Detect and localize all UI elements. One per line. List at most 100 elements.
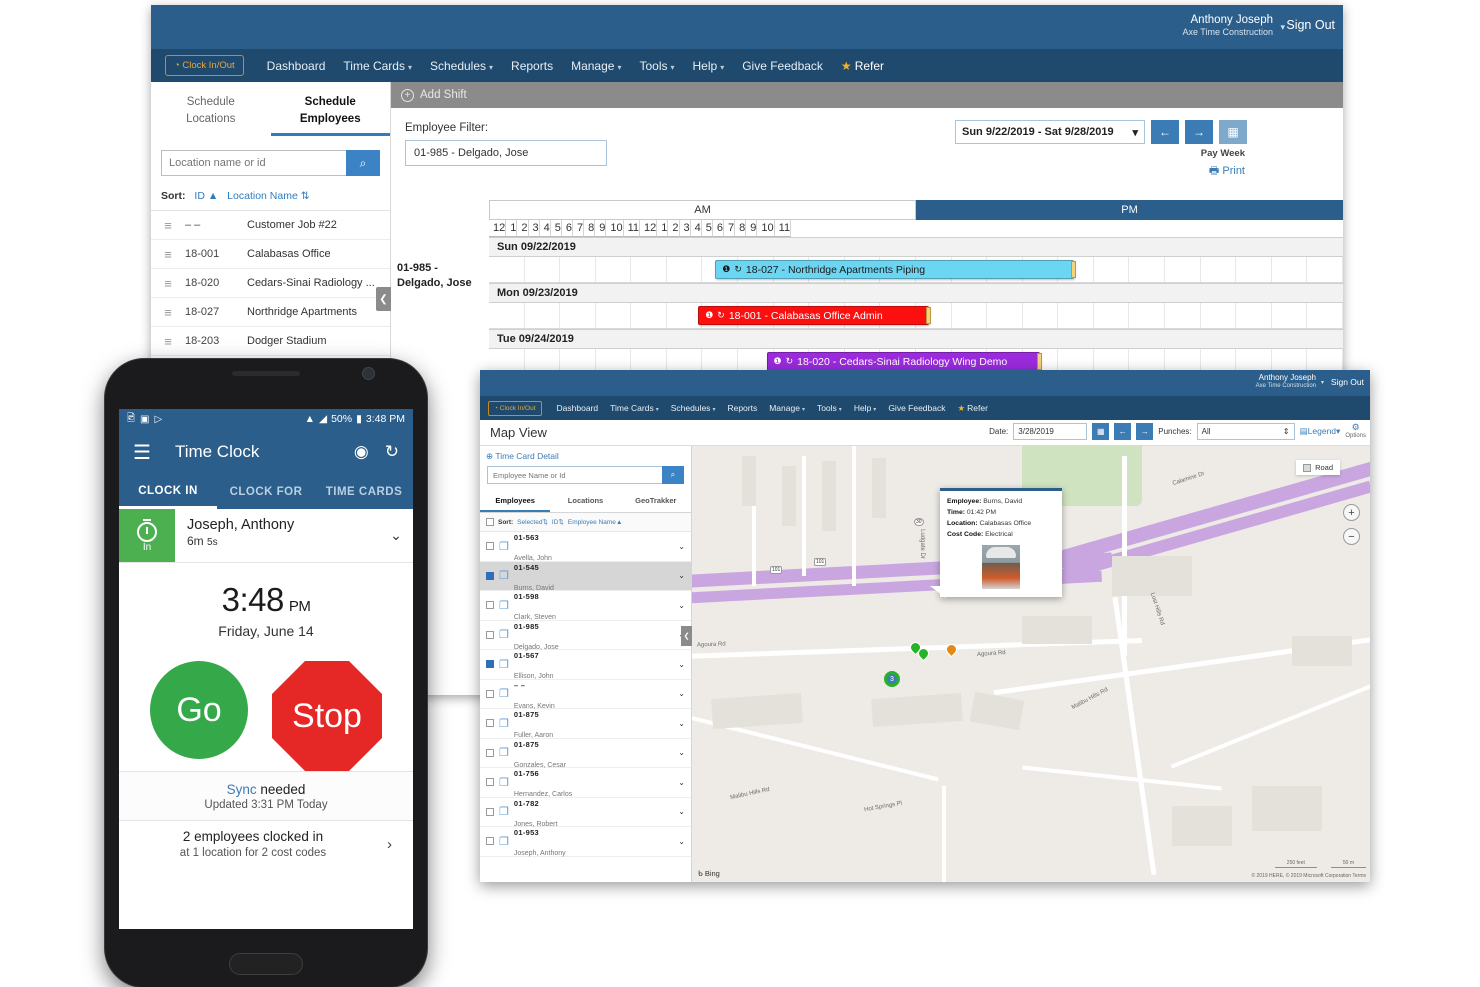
nav-item-manage[interactable]: Manage ▾: [763, 399, 811, 417]
nav-item-schedules[interactable]: Schedules ▾: [421, 53, 502, 79]
chevron-down-icon[interactable]: ⌄: [678, 748, 685, 757]
tab-geotrakker[interactable]: GeoTrakker: [621, 491, 691, 512]
nav-item-help[interactable]: Help ▾: [684, 53, 734, 79]
shift-resize-handle[interactable]: [1036, 353, 1042, 370]
tab-locations[interactable]: Locations: [550, 491, 620, 512]
shift-resize-handle[interactable]: [1070, 261, 1076, 278]
day-track[interactable]: ❶ ↻ 18-027 - Northridge Apartments Pipin…: [489, 257, 1343, 283]
search-icon[interactable]: ⌕: [662, 466, 684, 484]
list-item[interactable]: ≡ 18-203 Dodger Stadium: [151, 327, 390, 357]
search-icon[interactable]: ⌕: [346, 150, 380, 177]
nav-item-tools[interactable]: Tools ▾: [811, 399, 848, 417]
date-input[interactable]: 3/28/2019: [1013, 423, 1088, 440]
chevron-down-icon[interactable]: ⌄: [678, 807, 685, 816]
chevron-right-icon[interactable]: ›: [387, 836, 413, 853]
map-pin-cluster[interactable]: 3: [884, 671, 900, 687]
employee-search-input[interactable]: [487, 466, 662, 484]
tab-employees[interactable]: Employees: [480, 491, 551, 512]
chevron-down-icon[interactable]: ▾: [1280, 22, 1285, 33]
stop-button[interactable]: Stop: [272, 661, 382, 771]
list-item[interactable]: ≡ 18-020 Cedars-Sinai Radiology ...: [151, 269, 390, 299]
sort-by-selected[interactable]: Selected⇅: [517, 518, 548, 526]
sync-link[interactable]: Sync: [227, 782, 257, 797]
employee-checkbox[interactable]: [486, 719, 494, 728]
shift-block[interactable]: ❶ ↻ 18-027 - Northridge Apartments Pipin…: [715, 260, 1076, 279]
nav-item-tools[interactable]: Tools ▾: [630, 53, 683, 79]
time-card-detail-link[interactable]: ⊕ Time Card Detail: [480, 446, 691, 466]
user-menu[interactable]: Anthony Joseph Axe Time Construction: [1256, 373, 1316, 390]
chevron-down-icon[interactable]: ⌄: [379, 509, 413, 562]
sort-by-id[interactable]: ID⇅: [552, 518, 564, 526]
list-item[interactable]: ≡ – – Customer Job #22: [151, 211, 390, 241]
list-item[interactable]: ≡ 18-027 Northridge Apartments: [151, 298, 390, 328]
chevron-down-icon[interactable]: ⌄: [678, 571, 685, 580]
select-all-checkbox[interactable]: [486, 518, 494, 526]
chevron-down-icon[interactable]: ⌄: [678, 719, 685, 728]
calendar-icon[interactable]: ▦: [1219, 120, 1247, 144]
chevron-down-icon[interactable]: ⌄: [678, 837, 685, 846]
clock-in-out-button[interactable]: ◔ Clock In/Out: [488, 400, 542, 416]
chevron-down-icon[interactable]: ⌄: [678, 778, 685, 787]
time-card-icon[interactable]: ❐: [499, 835, 509, 848]
time-card-icon[interactable]: ❐: [499, 776, 509, 789]
time-card-icon[interactable]: ❐: [499, 658, 509, 671]
nav-item-dashboard[interactable]: Dashboard: [258, 53, 335, 79]
employee-list[interactable]: ❐ 01-563 Avella, John ⌄ ❐ 01-545 Burns, David ⌄…: [480, 532, 691, 862]
sign-out-link[interactable]: Sign Out: [1286, 18, 1335, 32]
drag-handle-icon[interactable]: ≡: [151, 276, 185, 291]
sync-refresh-icon[interactable]: ↻: [385, 442, 399, 462]
clock-in-out-button[interactable]: ◔ Clock In/Out: [165, 55, 244, 76]
tab-schedule-locations[interactable]: Schedule Locations: [151, 94, 271, 136]
zoom-in-button[interactable]: +: [1343, 504, 1360, 521]
clocked-in-card[interactable]: In Joseph, Anthony 6m 5s ⌄: [119, 509, 413, 563]
map-sidebar-collapse-button[interactable]: ❮: [681, 626, 692, 646]
employee-checkbox[interactable]: [486, 778, 494, 787]
next-week-button[interactable]: →: [1185, 120, 1213, 144]
nav-item-dashboard[interactable]: Dashboard: [551, 399, 605, 417]
punches-select[interactable]: All ⇕: [1196, 423, 1295, 440]
nav-item-give-feedback[interactable]: Give Feedback: [882, 399, 951, 417]
hamburger-menu-icon[interactable]: ☰: [133, 440, 151, 465]
nav-item-time-cards[interactable]: Time Cards ▾: [604, 399, 665, 417]
options-button[interactable]: ⚙ Options: [1345, 422, 1366, 439]
bing-logo[interactable]: ᑲ Bing: [698, 869, 720, 878]
sort-by-employee-name[interactable]: Employee Name▲: [568, 519, 623, 526]
time-card-icon[interactable]: ❐: [499, 540, 509, 553]
sync-status[interactable]: Sync needed Updated 3:31 PM Today: [119, 771, 413, 820]
sign-out-link[interactable]: Sign Out: [1331, 377, 1364, 387]
chevron-down-icon[interactable]: ⌄: [678, 542, 685, 551]
calendar-icon[interactable]: ▦: [1092, 423, 1110, 440]
nav-item-schedules[interactable]: Schedules ▾: [665, 399, 722, 417]
map-type-toggle[interactable]: Road: [1296, 460, 1340, 475]
tab-time-cards[interactable]: TIME CARDS: [315, 475, 413, 509]
nav-item-time-cards[interactable]: Time Cards ▾: [334, 53, 421, 79]
next-day-button[interactable]: →: [1136, 423, 1154, 440]
employee-checkbox[interactable]: [486, 630, 494, 639]
employee-checkbox[interactable]: [486, 689, 494, 698]
employee-checkbox[interactable]: [486, 571, 494, 580]
time-card-icon[interactable]: ❐: [499, 569, 509, 582]
drag-handle-icon[interactable]: ≡: [151, 218, 185, 233]
time-card-icon[interactable]: ❐: [499, 628, 509, 641]
chevron-down-icon[interactable]: ⌄: [678, 660, 685, 669]
sidebar-collapse-button[interactable]: ❮: [376, 287, 391, 311]
employee-checkbox[interactable]: [486, 542, 494, 551]
location-search-input[interactable]: [161, 150, 346, 177]
map-info-popup[interactable]: Employee: Burns, David Time: 01:42 PM Lo…: [930, 488, 1062, 598]
chevron-down-icon[interactable]: ▾: [1321, 379, 1324, 386]
time-card-icon[interactable]: ❐: [499, 805, 509, 818]
zoom-out-button[interactable]: −: [1343, 528, 1360, 545]
nav-item-refer[interactable]: ★ Refer: [951, 399, 993, 418]
add-shift-button[interactable]: + Add Shift: [391, 82, 1343, 108]
employee-checkbox[interactable]: [486, 660, 494, 669]
tab-schedule-employees[interactable]: Schedule Employees: [270, 94, 390, 137]
employee-checkbox[interactable]: [486, 601, 494, 610]
sort-by-id[interactable]: ID ▲: [194, 190, 218, 202]
tab-clock-in[interactable]: CLOCK IN: [119, 475, 217, 509]
nav-item-reports[interactable]: Reports: [502, 53, 562, 79]
phone-home-button[interactable]: [229, 953, 303, 975]
time-card-icon[interactable]: ❐: [499, 687, 509, 700]
time-card-icon[interactable]: ❐: [499, 746, 509, 759]
employee-checkbox[interactable]: [486, 807, 494, 816]
chevron-down-icon[interactable]: ⌄: [678, 601, 685, 610]
